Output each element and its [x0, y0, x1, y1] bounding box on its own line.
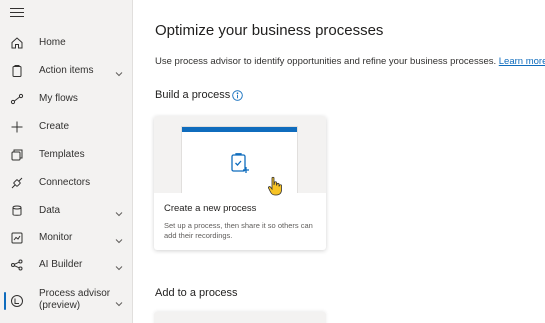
nav-item-process-advisor[interactable]: Process advisor (preview) [0, 285, 133, 317]
chevron-down-icon[interactable] [114, 296, 124, 307]
card-title: Create a new process [164, 203, 257, 214]
clipboard-icon [10, 64, 24, 78]
nav-item-data[interactable]: Data [0, 197, 133, 225]
flow-icon [10, 92, 24, 106]
nav-item-home[interactable]: Home [0, 29, 133, 57]
nav-item-connectors[interactable]: Connectors [0, 169, 133, 197]
chevron-down-icon[interactable] [114, 206, 124, 217]
page-subtitle: Use process advisor to identify opportun… [155, 56, 545, 67]
main-content: Optimize your business processes Use pro… [134, 0, 545, 323]
card-illustration [154, 116, 326, 196]
monitor-icon [10, 231, 24, 245]
nav-item-monitor[interactable]: Monitor [0, 224, 133, 252]
page-title: Optimize your business processes [155, 22, 384, 39]
nav-label-process-advisor: Process advisor (preview) [39, 288, 111, 311]
left-navigation: Home Action items My flows Create Templa… [0, 0, 133, 323]
nav-item-action-items[interactable]: Action items [0, 57, 133, 85]
nav-label-action-items: Action items [39, 65, 94, 76]
chevron-down-icon[interactable] [114, 260, 124, 271]
add-section-title: Add to a process [155, 287, 238, 299]
nav-item-ai-builder[interactable]: AI Builder [0, 251, 133, 279]
chevron-down-icon[interactable] [114, 233, 124, 244]
card-description: Set up a process, then share it so other… [164, 221, 313, 240]
templates-icon [10, 148, 24, 162]
plus-icon [10, 120, 24, 134]
nav-item-templates[interactable]: Templates [0, 141, 133, 169]
clipboard-add-icon [231, 153, 249, 173]
hand-cursor-icon [268, 176, 282, 196]
learn-more-link[interactable]: Learn more [499, 56, 545, 67]
nav-label-my-flows: My flows [39, 93, 78, 104]
chevron-down-icon[interactable] [114, 66, 124, 77]
nav-label-home: Home [39, 37, 66, 48]
add-to-process-card[interactable] [154, 312, 326, 323]
home-icon [10, 36, 24, 50]
info-icon[interactable] [232, 88, 243, 101]
nav-label-templates: Templates [39, 149, 85, 160]
nav-item-create[interactable]: Create [0, 113, 133, 141]
nav-label-data: Data [39, 205, 61, 216]
connector-icon [10, 176, 24, 190]
database-icon [10, 204, 24, 218]
nav-label-connectors: Connectors [39, 177, 91, 188]
process-advisor-icon [10, 294, 24, 308]
nav-label-ai-builder: AI Builder [39, 259, 83, 270]
build-section-title: Build a process [155, 89, 231, 101]
nav-label-monitor: Monitor [39, 232, 73, 243]
ai-builder-icon [10, 258, 24, 272]
hamburger-menu-icon[interactable] [10, 8, 24, 20]
nav-label-create: Create [39, 121, 70, 132]
nav-item-my-flows[interactable]: My flows [0, 85, 133, 113]
create-new-process-card[interactable]: Create a new process Set up a process, t… [154, 116, 326, 250]
